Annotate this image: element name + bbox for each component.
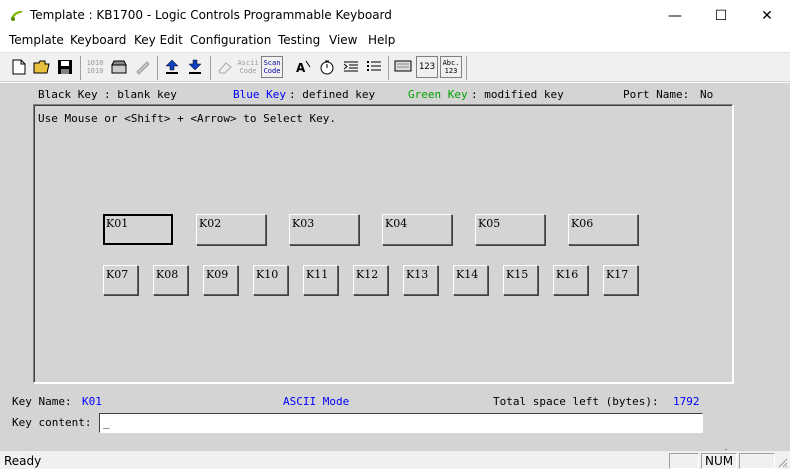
- abc-123-icon[interactable]: Abc. 123: [440, 56, 462, 78]
- new-file-icon[interactable]: [8, 56, 30, 78]
- status-bar: Ready NUM: [0, 450, 790, 469]
- window-title: Template : KB1700 - Logic Controls Progr…: [30, 8, 392, 22]
- list-icon[interactable]: [363, 56, 385, 78]
- key-k01[interactable]: K01: [103, 214, 173, 245]
- black-key-desc: : blank key: [104, 88, 177, 101]
- key-k11[interactable]: K11: [303, 265, 338, 295]
- open-folder-icon[interactable]: [31, 56, 53, 78]
- status-pane-scroll: [739, 453, 775, 469]
- key-content-input[interactable]: _: [99, 413, 703, 433]
- key-k08[interactable]: K08: [153, 265, 188, 295]
- key-k05[interactable]: K05: [475, 214, 545, 245]
- green-key-desc: : modified key: [471, 88, 564, 101]
- key-k02[interactable]: K02: [196, 214, 266, 245]
- key-k14[interactable]: K14: [453, 265, 488, 295]
- resize-grip-icon[interactable]: [777, 457, 788, 468]
- numeric-123-icon[interactable]: 123: [416, 56, 438, 78]
- svg-text:A: A: [296, 61, 306, 75]
- close-button[interactable]: ✕: [744, 0, 790, 31]
- key-name-value: K01: [82, 395, 102, 408]
- toolbar: 1010 1010 Ascii Code Scan Code A 123 Abc.…: [0, 52, 790, 82]
- port-name-label: Port Name:: [623, 88, 690, 101]
- ascii-code-label: Ascii Code: [237, 59, 259, 75]
- key-k03[interactable]: K03: [289, 214, 359, 245]
- blue-key-desc: : defined key: [289, 88, 376, 101]
- menu-template[interactable]: Template: [9, 33, 64, 47]
- abc-123-label: Abc. 123: [442, 59, 460, 75]
- client-area: Black Key : blank key Blue Key : defined…: [0, 83, 790, 468]
- instructions-text: Use Mouse or <Shift> + <Arrow> to Select…: [38, 112, 337, 125]
- menu-view[interactable]: View: [329, 33, 357, 47]
- key-k07[interactable]: K07: [103, 265, 138, 295]
- menu-testing[interactable]: Testing: [278, 33, 320, 47]
- key-content-label: Key content:: [12, 416, 92, 429]
- menu-configuration[interactable]: Configuration: [190, 33, 271, 47]
- minimize-button[interactable]: —: [652, 0, 698, 31]
- black-key-label: Black Key: [38, 88, 98, 101]
- scan-code-icon[interactable]: Scan Code: [261, 56, 283, 78]
- timer-icon[interactable]: [316, 56, 338, 78]
- ascii-code-icon[interactable]: Ascii Code: [237, 56, 259, 78]
- eraser-icon[interactable]: [214, 56, 236, 78]
- key-k12[interactable]: K12: [353, 265, 388, 295]
- space-left-label: Total space left (bytes):: [493, 395, 659, 408]
- binary-icon[interactable]: 1010 1010: [84, 56, 106, 78]
- download-icon[interactable]: [184, 56, 206, 78]
- screen-icon[interactable]: [392, 56, 414, 78]
- scan-code-label: Scan Code: [263, 59, 281, 75]
- app-icon: [11, 10, 23, 21]
- title-bar: Template : KB1700 - Logic Controls Progr…: [0, 0, 790, 31]
- key-k06[interactable]: K06: [568, 214, 638, 245]
- save-icon[interactable]: [54, 56, 76, 78]
- upload-icon[interactable]: [161, 56, 183, 78]
- menu-help[interactable]: Help: [368, 33, 395, 47]
- status-pane-num: NUM: [701, 453, 737, 469]
- key-edit-icon[interactable]: [132, 56, 154, 78]
- blue-key-label: Blue Key: [233, 88, 286, 101]
- indent-icon[interactable]: [340, 56, 362, 78]
- space-left-value: 1792: [673, 395, 700, 408]
- menu-bar: Template Keyboard Key Edit Configuration…: [0, 31, 790, 51]
- key-k17[interactable]: K17: [603, 265, 638, 295]
- key-k04[interactable]: K04: [382, 214, 452, 245]
- mode-text: ASCII Mode: [283, 395, 350, 408]
- status-text: Ready: [4, 454, 42, 468]
- keyboard-icon[interactable]: [108, 56, 130, 78]
- key-k15[interactable]: K15: [503, 265, 538, 295]
- menu-key-edit[interactable]: Key Edit: [134, 33, 183, 47]
- key-name-label: Key Name:: [12, 395, 72, 408]
- port-name-value: No: [700, 88, 714, 101]
- key-k09[interactable]: K09: [203, 265, 238, 295]
- key-panel: Use Mouse or <Shift> + <Arrow> to Select…: [33, 104, 734, 384]
- menu-keyboard[interactable]: Keyboard: [70, 33, 126, 47]
- font-icon[interactable]: A: [292, 56, 314, 78]
- key-k10[interactable]: K10: [253, 265, 288, 295]
- status-pane-caps: [669, 453, 699, 469]
- key-k16[interactable]: K16: [553, 265, 588, 295]
- numeric-123-label: 123: [418, 62, 436, 72]
- green-key-label: Green Key: [408, 88, 468, 101]
- maximize-button[interactable]: ☐: [698, 0, 744, 31]
- key-k13[interactable]: K13: [403, 265, 438, 295]
